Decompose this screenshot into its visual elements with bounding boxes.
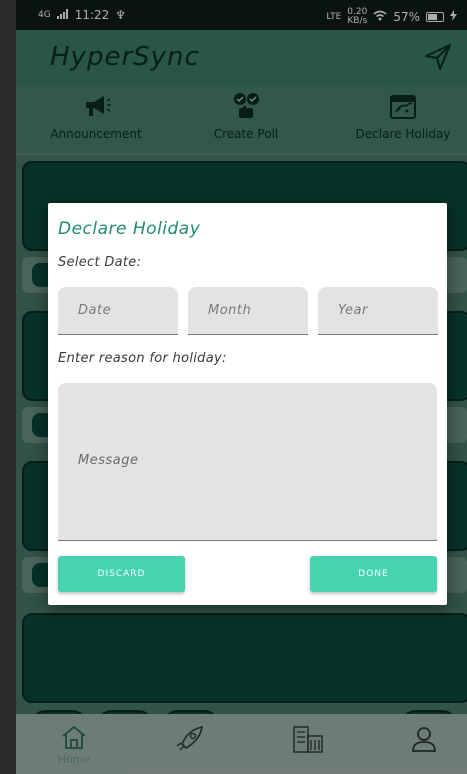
date-field bbox=[58, 287, 178, 335]
year-field bbox=[318, 287, 438, 335]
year-input[interactable] bbox=[318, 287, 438, 334]
message-field bbox=[58, 383, 437, 541]
done-button[interactable]: DONE bbox=[310, 556, 437, 592]
dialog-title: Declare Holiday bbox=[58, 219, 201, 239]
discard-button[interactable]: DISCARD bbox=[58, 556, 185, 592]
declare-holiday-dialog: Declare Holiday Select Date: Enter reaso… bbox=[48, 203, 447, 605]
date-input[interactable] bbox=[58, 287, 178, 334]
month-input[interactable] bbox=[188, 287, 308, 334]
select-date-label: Select Date: bbox=[58, 255, 142, 270]
message-input[interactable] bbox=[58, 383, 437, 540]
reason-label: Enter reason for holiday: bbox=[58, 351, 227, 366]
month-field bbox=[188, 287, 308, 335]
